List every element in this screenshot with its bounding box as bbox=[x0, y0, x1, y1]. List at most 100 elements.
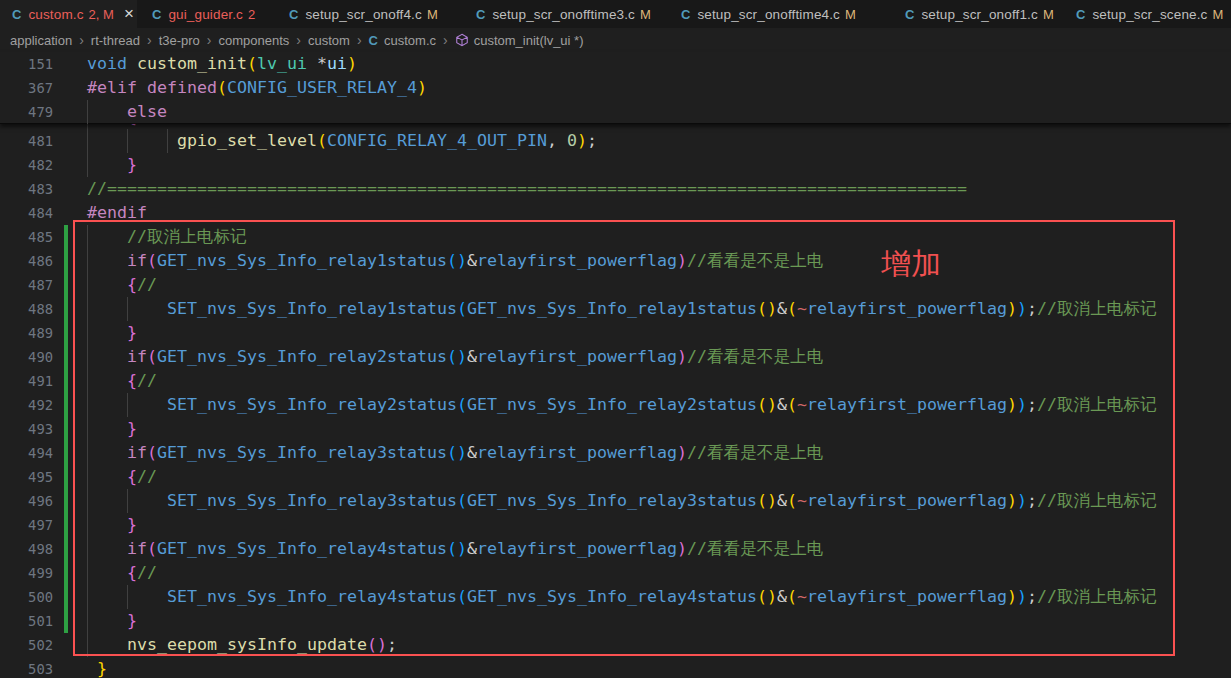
code-token: ) bbox=[347, 54, 357, 73]
line-number: 487 bbox=[0, 273, 53, 297]
line-number: 496 bbox=[0, 489, 53, 513]
c-file-icon: C bbox=[152, 7, 161, 22]
line-number: 488 bbox=[0, 297, 53, 321]
tab-label: gui_guider.c bbox=[168, 7, 243, 22]
tab-gui_guider.c[interactable]: Cgui_guider.c 2 bbox=[137, 0, 271, 28]
code-token: ) bbox=[577, 131, 587, 150]
code-token bbox=[87, 131, 177, 150]
c-file-icon: C bbox=[905, 7, 914, 22]
breadcrumb-item-components[interactable]: components bbox=[219, 33, 290, 48]
line-number: 367 bbox=[0, 76, 53, 100]
tab-setup_scr_onofftime4.c[interactable]: Csetup_scr_onofftime4.cM bbox=[664, 0, 885, 28]
code-token: * bbox=[317, 54, 327, 73]
annotation-label: 增加 bbox=[881, 244, 941, 285]
code-token: ( bbox=[217, 78, 227, 97]
line-number: 491 bbox=[0, 369, 53, 393]
tab-bar: Ccustom.c2, M×Cgui_guider.c2Csetup_scr_o… bbox=[0, 0, 1231, 28]
code-line-483[interactable]: 483 //===================================… bbox=[0, 177, 1231, 201]
chevron-right-icon: › bbox=[147, 32, 152, 48]
code-line-151[interactable]: 151 void custom_init(lv_ui *ui) bbox=[0, 52, 1231, 76]
code-token: else bbox=[127, 102, 167, 121]
code-token: ( bbox=[317, 131, 327, 150]
code-token: 0 bbox=[567, 131, 577, 150]
symbol-method-icon bbox=[455, 33, 469, 47]
tab-label: setup_scr_onofftime3.c bbox=[492, 7, 635, 22]
chevron-right-icon: › bbox=[443, 32, 448, 48]
close-icon[interactable]: × bbox=[124, 4, 134, 24]
line-number: 489 bbox=[0, 321, 53, 345]
code-line-503[interactable]: 503 } bbox=[0, 657, 1231, 678]
tab-setup_scr_scene.c[interactable]: Csetup_scr_scene.cM bbox=[1060, 0, 1231, 28]
line-number: 479 bbox=[0, 100, 53, 124]
tab-custom.c[interactable]: Ccustom.c2, M× bbox=[0, 0, 137, 28]
code-token: } bbox=[97, 659, 107, 678]
code-token: lv_ui bbox=[257, 54, 307, 73]
code-line-481[interactable]: 481 gpio_set_level(CONFIG_RELAY_4_OUT_PI… bbox=[0, 129, 1231, 153]
breadcrumb-item-application[interactable]: application bbox=[10, 33, 72, 48]
tab-setup_scr_onoff1.c[interactable]: Csetup_scr_onoff1.cM bbox=[880, 0, 1060, 28]
c-file-icon: C bbox=[1076, 7, 1085, 22]
line-number: 493 bbox=[0, 417, 53, 441]
chevron-right-icon: › bbox=[357, 32, 362, 48]
line-number: 492 bbox=[0, 393, 53, 417]
breadcrumb-item-custom.c[interactable]: Ccustom.c bbox=[369, 33, 436, 48]
breadcrumb-label: application bbox=[10, 33, 72, 48]
line-number: 501 bbox=[0, 609, 53, 633]
code-token: //======================================… bbox=[87, 179, 967, 198]
c-file-icon: C bbox=[681, 7, 690, 22]
tab-label: custom.c bbox=[28, 7, 83, 22]
line-number: 490 bbox=[0, 345, 53, 369]
code-token bbox=[127, 54, 137, 73]
line-number: 483 bbox=[0, 177, 53, 201]
chevron-right-icon: › bbox=[296, 32, 301, 48]
code-token: ; bbox=[587, 131, 597, 150]
code-editor[interactable]: 480 {481 gpio_set_level(CONFIG_RELAY_4_O… bbox=[0, 52, 1231, 678]
annotation-rectangle bbox=[73, 220, 1175, 656]
code-token: CONFIG_USER_RELAY_4 bbox=[227, 78, 417, 97]
c-file-icon: C bbox=[289, 7, 298, 22]
breadcrumb-item-custominitlvui[interactable]: custom_init(lv_ui *) bbox=[455, 33, 584, 48]
code-line-482[interactable]: 482 } bbox=[0, 153, 1231, 177]
code-token: } bbox=[127, 155, 137, 174]
breadcrumb-label: rt-thread bbox=[91, 33, 140, 48]
breadcrumb-item-t3e-pro[interactable]: t3e-pro bbox=[159, 33, 200, 48]
line-number: 151 bbox=[0, 52, 53, 76]
code-line-367[interactable]: 367 #elif defined(CONFIG_USER_RELAY_4) bbox=[0, 76, 1231, 100]
breadcrumb-label: custom bbox=[308, 33, 350, 48]
code-token bbox=[87, 155, 127, 174]
code-token: defined bbox=[147, 78, 217, 97]
code-token: ) bbox=[417, 78, 427, 97]
tab-status-badge: M bbox=[1043, 7, 1054, 22]
line-number: 503 bbox=[0, 657, 53, 678]
breadcrumb-label: t3e-pro bbox=[159, 33, 200, 48]
c-file-icon: C bbox=[476, 7, 485, 22]
line-number: 495 bbox=[0, 465, 53, 489]
c-file-icon: C bbox=[12, 7, 21, 22]
breadcrumb-label: custom.c bbox=[384, 33, 436, 48]
breadcrumb-item-rt-thread[interactable]: rt-thread bbox=[91, 33, 140, 48]
tab-label: setup_scr_onoff4.c bbox=[305, 7, 422, 22]
c-file-icon: C bbox=[369, 33, 378, 48]
line-number: 498 bbox=[0, 537, 53, 561]
breadcrumb-item-custom[interactable]: custom bbox=[308, 33, 350, 48]
git-added-gutter-bar bbox=[64, 225, 68, 633]
line-number: 485 bbox=[0, 225, 53, 249]
sticky-scroll: 151 void custom_init(lv_ui *ui) 367 #elif d… bbox=[0, 52, 1231, 124]
code-token: CONFIG_RELAY_4_OUT_PIN bbox=[327, 131, 547, 150]
code-line-479[interactable]: 479 else bbox=[0, 100, 1231, 124]
tab-setup_scr_onofftime3.c[interactable]: Csetup_scr_onofftime3.c M bbox=[456, 0, 664, 28]
chevron-right-icon: › bbox=[207, 32, 212, 48]
code-token bbox=[87, 659, 97, 678]
code-token bbox=[307, 54, 317, 73]
code-text: } bbox=[87, 657, 107, 678]
tab-setup_scr_onoff4.c[interactable]: Csetup_scr_onoff4.cM bbox=[271, 0, 456, 28]
breadcrumb-label: components bbox=[219, 33, 290, 48]
tab-label: setup_scr_onofftime4.c bbox=[697, 7, 840, 22]
tab-status-badge: M bbox=[640, 7, 651, 22]
code-token: gpio_set_level bbox=[177, 131, 317, 150]
code-text: void custom_init(lv_ui *ui) bbox=[87, 52, 357, 76]
tab-status-badge: 2 bbox=[248, 7, 255, 22]
code-text: //======================================… bbox=[87, 177, 967, 201]
code-text: #elif defined(CONFIG_USER_RELAY_4) bbox=[87, 76, 427, 100]
line-number: 499 bbox=[0, 561, 53, 585]
